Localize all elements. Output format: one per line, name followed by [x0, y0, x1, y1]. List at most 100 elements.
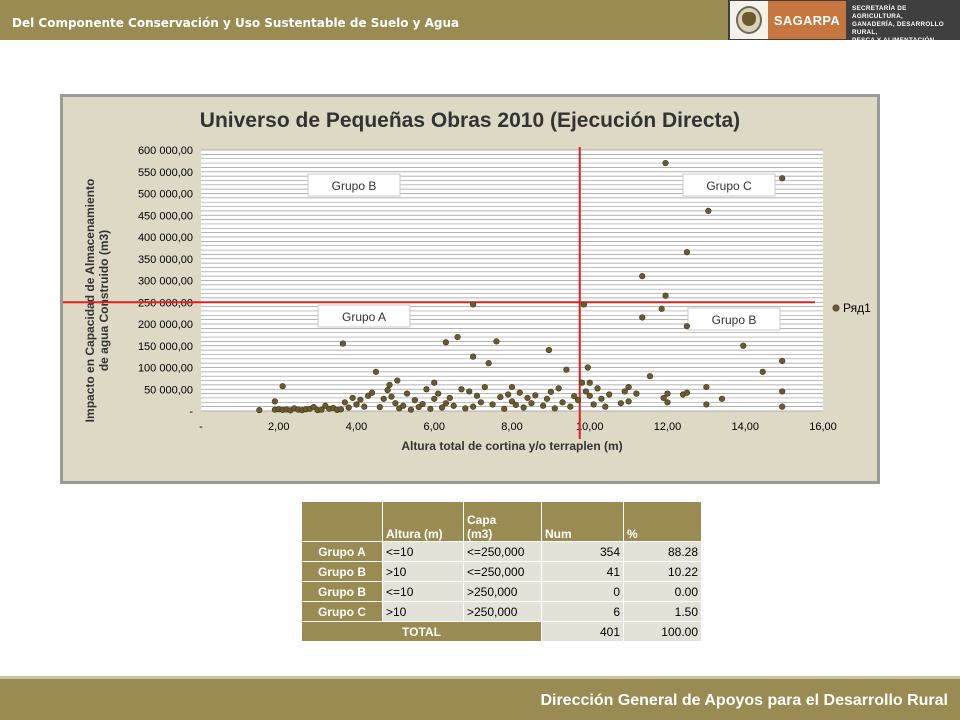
data-point: [683, 389, 691, 396]
data-point: [435, 390, 442, 397]
data-point: [586, 392, 593, 399]
footer-bar: Dirección General de Apoyos para el Desa…: [0, 676, 960, 720]
data-point: [512, 401, 519, 409]
x-tick-label: 8,00: [501, 421, 522, 433]
data-point: [481, 383, 488, 391]
altura-cell: <=10: [382, 541, 464, 562]
altura-cell: <=10: [382, 581, 464, 602]
data-point: [427, 405, 434, 412]
data-point: [625, 383, 632, 391]
data-point: [683, 249, 691, 256]
data-point: [501, 405, 508, 412]
x-tick-label: -: [199, 421, 203, 433]
data-point: [578, 379, 586, 386]
logo-brand: SAGARPA: [768, 1, 846, 39]
data-point: [446, 394, 453, 402]
table-header-cell: Num: [541, 501, 624, 542]
y-tick-label: 50 000,00: [144, 384, 193, 396]
altura-cell: >10: [382, 601, 464, 622]
data-point: [555, 385, 562, 392]
data-point: [551, 405, 558, 412]
data-point: [361, 403, 368, 410]
data-point: [594, 385, 601, 392]
legend-marker: [832, 304, 840, 312]
data-point: [493, 338, 500, 345]
data-point: [339, 340, 346, 347]
data-point: [516, 389, 523, 396]
quadrant-label: Grupo B: [332, 179, 377, 193]
num-cell: 0: [541, 581, 624, 602]
data-point: [497, 393, 504, 401]
altura-cell: >10: [382, 561, 464, 582]
y-tick-label: 350 000,00: [138, 254, 193, 266]
logo-ministry-text: SECRETARÍA DE AGRICULTURA, GANADERÍA, DE…: [852, 5, 958, 45]
quadrant-label: Grupo B: [712, 313, 757, 327]
table-row: Grupo B <=10 >250,000 0 0.00: [301, 581, 702, 602]
y-tick-label: 600 000,00: [138, 145, 193, 157]
logo-line-1: SECRETARÍA DE AGRICULTURA,: [852, 5, 907, 20]
data-point: [384, 387, 391, 394]
table-header-row: Altura (m) Capa (m3) Num %: [301, 501, 702, 542]
pct-cell: 10.22: [623, 561, 702, 582]
data-point: [431, 379, 438, 386]
data-point: [718, 395, 726, 402]
y-tick-label: 300 000,00: [138, 276, 193, 288]
data-point: [662, 159, 669, 167]
summary-table: Altura (m) Capa (m3) Num % Grupo A <=10 …: [301, 501, 702, 642]
num-cell: 354: [541, 541, 624, 562]
total-label: TOTAL: [301, 621, 542, 642]
table-header-cell: Capa (m3): [463, 501, 542, 542]
data-point: [779, 175, 786, 182]
data-point: [705, 207, 712, 214]
data-point: [606, 391, 613, 398]
data-point: [703, 383, 710, 391]
data-point: [466, 388, 473, 395]
data-point: [489, 401, 496, 408]
capa-cell: >250,000: [463, 581, 542, 602]
group-label: Grupo B: [301, 561, 383, 582]
table-header-cell: %: [623, 501, 702, 542]
pct-cell: 1.50: [623, 601, 702, 622]
data-point: [473, 392, 481, 399]
pct-cell: 88.28: [623, 541, 702, 562]
y-tick-label: 200 000,00: [138, 319, 193, 331]
data-point: [458, 386, 465, 393]
data-point: [372, 368, 380, 375]
data-point: [368, 389, 376, 396]
data-point: [520, 404, 527, 411]
data-point: [341, 399, 348, 406]
data-point: [419, 400, 426, 408]
num-cell: 6: [541, 601, 624, 622]
data-point: [779, 388, 786, 395]
data-point: [779, 357, 786, 365]
logo-line-3: PESCA Y ALIMENTACIÓN: [852, 37, 935, 44]
data-point: [779, 403, 786, 410]
data-point: [617, 400, 624, 407]
data-point: [423, 386, 430, 393]
y-tick-label: -: [189, 406, 193, 418]
table-total-row: TOTAL 401 100.00: [301, 621, 702, 642]
data-point: [545, 347, 553, 354]
table-row: Grupo B >10 <=250,000 41 10.22: [301, 561, 702, 582]
y-tick-label: 450 000,00: [138, 210, 193, 222]
group-label: Grupo C: [301, 601, 383, 622]
x-tick-label: 6,00: [424, 421, 445, 433]
data-point: [477, 399, 485, 406]
data-point: [442, 400, 450, 407]
table-row: Grupo C >10 >250,000 6 1.50: [301, 601, 702, 622]
data-point: [532, 392, 539, 399]
y-tick-label: 100 000,00: [138, 363, 193, 375]
data-point: [400, 402, 407, 409]
data-point: [431, 395, 438, 402]
quadrant-label: Grupo A: [342, 310, 386, 324]
x-tick-label: 12,00: [654, 421, 682, 433]
data-point: [540, 402, 547, 409]
data-point: [407, 406, 415, 413]
data-point: [450, 402, 457, 409]
data-point: [584, 364, 591, 371]
data-point: [639, 314, 646, 321]
group-label: Grupo B: [301, 581, 383, 602]
data-point: [633, 390, 640, 397]
data-point: [386, 381, 393, 389]
logo-line-2: GANADERÍA, DESARROLLO RURAL,: [852, 21, 945, 36]
